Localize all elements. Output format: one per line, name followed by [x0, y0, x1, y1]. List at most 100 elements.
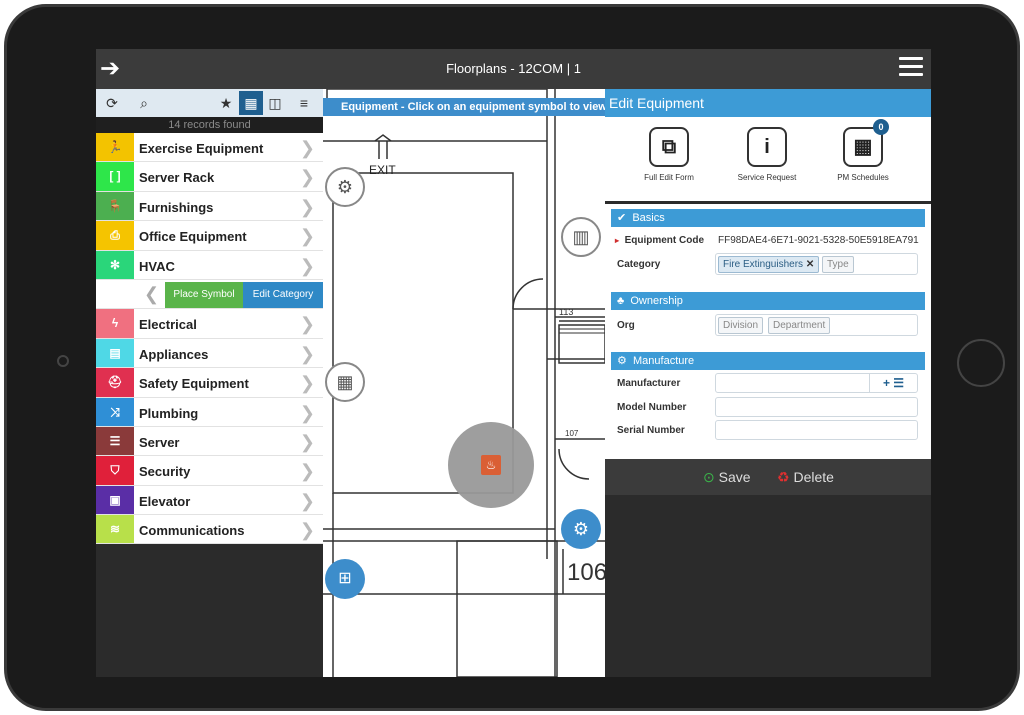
star-icon[interactable]: ★ [214, 91, 238, 115]
hamburger-icon[interactable] [899, 57, 923, 79]
category-action-row: ❮ Place Symbol Edit Category [96, 279, 323, 310]
category-item[interactable]: ⤨ Plumbing ❯ [96, 397, 323, 427]
department-field[interactable]: Department [768, 317, 831, 334]
left-empty-area [96, 546, 323, 677]
category-item[interactable]: ▣ Elevator ❯ [96, 485, 323, 516]
category-item[interactable]: ✻ HVAC ❯ [96, 250, 323, 280]
category-icon: ⛉ [96, 456, 134, 485]
chevron-left-icon[interactable]: ❮ [144, 284, 159, 305]
category-label: Plumbing [139, 405, 199, 421]
chevron-right-icon[interactable]: ❯ [300, 432, 315, 453]
map-symbol-icon[interactable]: ▥ [561, 217, 601, 257]
chevron-right-icon[interactable]: ❯ [300, 344, 315, 365]
category-label: Elevator [139, 493, 191, 509]
category-item[interactable]: ϟ Electrical ❯ [96, 309, 323, 339]
selected-equipment-marker[interactable]: ♨ [448, 422, 534, 508]
chevron-right-icon[interactable]: ❯ [300, 256, 315, 277]
category-label: Category [617, 259, 661, 270]
list-icon[interactable]: ≡ [292, 91, 316, 115]
category-item[interactable]: ⎙ Office Equipment ❯ [96, 221, 323, 251]
app-header: ➔ Floorplans - 12COM | 1 [96, 49, 931, 89]
org-chart-icon: ♣ [617, 295, 625, 307]
serial-number-input[interactable] [715, 420, 918, 440]
org-field[interactable]: Division Department [715, 314, 918, 336]
category-item[interactable]: ⛉ Security ❯ [96, 456, 323, 486]
app-screen: ➔ Floorplans - 12COM | 1 ⟳ ⌕ ★ ▦ ◫ ≡ 14 … [96, 49, 931, 677]
chevron-right-icon[interactable]: ❯ [300, 226, 315, 247]
category-label: Communications [139, 523, 245, 539]
chevron-right-icon[interactable]: ❯ [300, 314, 315, 335]
chevron-right-icon[interactable]: ❯ [300, 520, 315, 541]
category-chip[interactable]: Fire Extinguishers ✕ [718, 256, 820, 273]
chevron-right-icon[interactable]: ❯ [300, 373, 315, 394]
list-toolbar: ⟳ ⌕ ★ ▦ ◫ ≡ [96, 89, 323, 117]
chevron-right-icon[interactable]: ❯ [300, 197, 315, 218]
search-icon[interactable]: ⌕ [132, 91, 156, 115]
serial-number-label: Serial Number [617, 425, 685, 436]
pm-schedules-badge: 0 [873, 119, 889, 135]
split-view-icon[interactable]: ◫ [263, 91, 287, 115]
category-label: Office Equipment [139, 229, 247, 245]
cogs-icon: ⚙ [617, 355, 627, 367]
category-label: Server [139, 434, 180, 450]
remove-chip-icon: ✕ [805, 259, 815, 270]
category-item[interactable]: [ ] Server Rack ❯ [96, 162, 323, 192]
chevron-right-icon[interactable]: ❯ [300, 461, 315, 482]
chevron-right-icon[interactable]: ❯ [300, 167, 315, 188]
camera [57, 355, 69, 367]
category-item[interactable]: ⛑ Safety Equipment ❯ [96, 368, 323, 398]
category-icon: ⤨ [96, 397, 134, 426]
exit-label: EXIT [369, 163, 396, 177]
external-link-icon: ⧉ [649, 127, 689, 167]
pm-schedules-label: PM Schedules [837, 173, 889, 182]
pm-schedules-button[interactable]: ▦ 0 PM Schedules [823, 119, 903, 183]
category-label: HVAC [139, 258, 175, 274]
equipment-code-label: ▸ Equipment Code [615, 235, 705, 246]
basics-section-header[interactable]: ✔ Basics [611, 209, 925, 227]
save-button[interactable]: ⊙ Save [703, 469, 751, 486]
check-icon: ✔ [617, 212, 627, 224]
plumbing-symbol-icon[interactable]: ⚙ [561, 509, 601, 549]
category-label: Security [139, 464, 191, 480]
recycle-icon: ♻ [777, 469, 790, 485]
equipment-code-value: FF98DAE4-6E71-9021-5328-50E5918EA791 [718, 235, 919, 246]
type-field[interactable]: Type [822, 256, 854, 273]
elevator-symbol-icon[interactable]: ▦ [325, 362, 365, 402]
edit-category-button[interactable]: Edit Category [243, 281, 323, 308]
category-label: Safety Equipment [139, 376, 249, 392]
category-icon: ≋ [96, 515, 134, 544]
refresh-icon[interactable]: ⟳ [100, 91, 124, 115]
chevron-right-icon[interactable]: ❯ [300, 138, 315, 159]
category-icon: 🏃 [96, 133, 134, 162]
delete-button[interactable]: ♻ Delete [777, 469, 834, 486]
division-field[interactable]: Division [718, 317, 764, 334]
category-item[interactable]: ☰ Server ❯ [96, 426, 323, 457]
place-symbol-button[interactable]: Place Symbol [165, 281, 243, 308]
chevron-right-icon[interactable]: ❯ [300, 491, 315, 512]
manufacturer-add-list-icon[interactable]: + ☰ [869, 374, 917, 392]
manufacture-section-header[interactable]: ⚙ Manufacture [611, 352, 925, 370]
tablet-frame: ➔ Floorplans - 12COM | 1 ⟳ ⌕ ★ ▦ ◫ ≡ 14 … [4, 4, 1020, 711]
ownership-section-header[interactable]: ♣ Ownership [611, 292, 925, 310]
grid-icon[interactable]: ▦ [239, 91, 263, 115]
category-item[interactable]: ▤ Appliances ❯ [96, 338, 323, 369]
category-item[interactable]: ≋ Communications ❯ [96, 515, 323, 545]
calendar-icon: ▦ 0 [843, 119, 889, 167]
full-edit-form-button[interactable]: ⧉ Full Edit Form [629, 127, 709, 183]
category-icon: ϟ [96, 309, 134, 338]
chevron-right-icon[interactable]: ❯ [300, 403, 315, 424]
hvac-symbol-gears-icon[interactable]: ⚙ [325, 167, 365, 207]
edit-panel: ⧉ Full Edit Form i Service Request ▦ 0 PM… [605, 117, 931, 459]
category-item[interactable]: 🪑 Furnishings ❯ [96, 191, 323, 222]
category-icon: ⛑ [96, 368, 134, 397]
category-label: Appliances [139, 346, 209, 362]
service-request-button[interactable]: i Service Request [727, 127, 807, 183]
model-number-input[interactable] [715, 397, 918, 417]
category-list: 🏃 Exercise Equipment ❯ [ ] Server Rack ❯ 🪑 Furn… [96, 133, 323, 545]
category-item[interactable]: 🏃 Exercise Equipment ❯ [96, 133, 323, 163]
home-button[interactable] [957, 339, 1005, 387]
floorplan-canvas[interactable]: Equipment - Click on an equipment symbol… [323, 89, 605, 677]
manufacturer-input[interactable]: + ☰ [715, 373, 918, 393]
category-field[interactable]: Fire Extinguishers ✕ Type [715, 253, 918, 275]
network-symbol-icon[interactable]: ⊞ [325, 559, 365, 599]
